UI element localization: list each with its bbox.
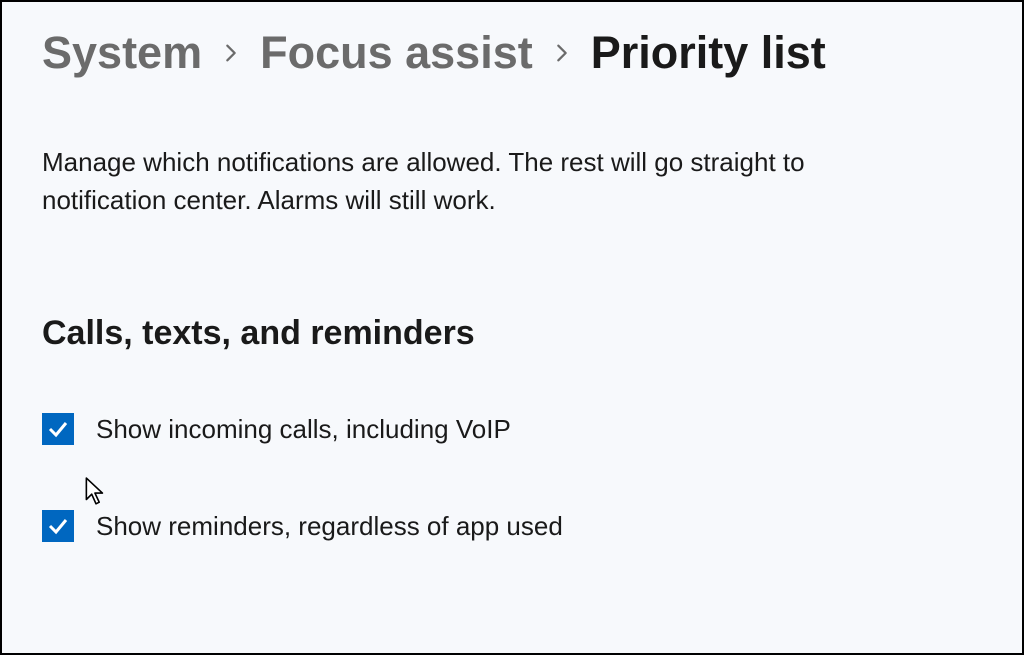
checkbox-label: Show reminders, regardless of app used [96, 511, 563, 542]
breadcrumb-item-system[interactable]: System [42, 27, 202, 79]
checkbox-show-incoming-calls[interactable]: Show incoming calls, including VoIP [42, 413, 982, 445]
breadcrumb: System Focus assist Priority list [42, 27, 982, 79]
mouse-cursor-icon [84, 477, 108, 512]
checkbox-show-reminders[interactable]: Show reminders, regardless of app used [42, 510, 982, 542]
checkbox-box [42, 510, 74, 542]
breadcrumb-item-priority-list: Priority list [591, 27, 826, 79]
chevron-right-icon [551, 42, 573, 64]
checkmark-icon [46, 514, 70, 538]
section-heading-calls-texts-reminders: Calls, texts, and reminders [42, 314, 982, 353]
page-description: Manage which notifications are allowed. … [42, 144, 922, 219]
checkbox-label: Show incoming calls, including VoIP [96, 414, 511, 445]
checkbox-box [42, 413, 74, 445]
checkmark-icon [46, 417, 70, 441]
breadcrumb-item-focus-assist[interactable]: Focus assist [260, 27, 533, 79]
chevron-right-icon [220, 42, 242, 64]
